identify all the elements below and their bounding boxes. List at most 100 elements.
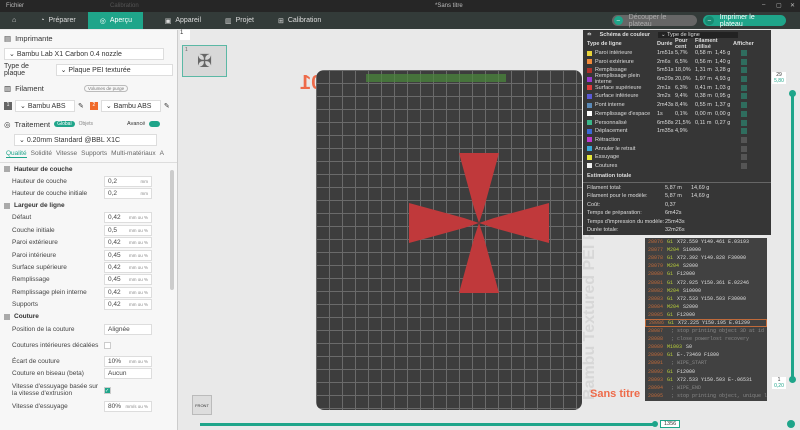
show-checkbox[interactable] <box>741 154 747 161</box>
show-checkbox[interactable] <box>741 58 747 65</box>
gcode-command: M204 <box>667 247 680 254</box>
setting-input[interactable]: 0,45 mm ou % <box>104 274 152 286</box>
move-slider-handle[interactable] <box>652 421 658 427</box>
tab-device[interactable]: ▣ Appareil <box>153 12 213 29</box>
setting-label: Paroi extérieure <box>12 239 58 247</box>
setting-value: Aucun <box>108 370 127 378</box>
show-checkbox[interactable] <box>741 162 747 169</box>
color-scheme-select[interactable]: ⌄ Type de ligne <box>658 32 739 38</box>
tab-preview[interactable]: ◎ Aperçu <box>87 12 143 29</box>
legend-row: Paroi intérieure 1m51s 5,7% 0,58 m 1,45 g <box>583 49 771 58</box>
tab-calibration[interactable]: ⊞ Calibration <box>266 12 333 29</box>
show-checkbox[interactable] <box>741 145 747 152</box>
print-plate-button[interactable]: – Imprimer le plateau <box>703 13 786 28</box>
global-toggle[interactable]: Global <box>54 121 75 127</box>
percent: 20,0% <box>675 76 691 83</box>
setting-input[interactable]: 0,42 mm ou % <box>104 262 152 274</box>
filament-slot[interactable]: 2 ⌄ Bambu ABS ✎ <box>89 100 170 112</box>
maximize-icon[interactable]: ▢ <box>776 2 782 9</box>
advanced-switch[interactable] <box>149 121 161 127</box>
setting-label: Écart de couture <box>12 357 60 365</box>
setting-row: Surface supérieure 0,42 mm ou % <box>0 261 177 274</box>
filament-select[interactable]: ⌄ Bambu ABS <box>100 100 161 112</box>
setting-unit: mm <box>140 178 149 184</box>
show-checkbox[interactable] <box>741 93 747 100</box>
setting-row: Supports 0,42 mm ou % <box>0 299 177 311</box>
show-checkbox[interactable] <box>741 136 747 143</box>
show-checkbox[interactable] <box>741 84 747 91</box>
tab-project[interactable]: ▥ Projet <box>213 12 266 29</box>
setting-input[interactable]: 0,2 mm <box>104 188 152 200</box>
layer-slider-top-handle[interactable] <box>789 90 796 97</box>
line-number: 28085 <box>648 311 664 318</box>
setting-input[interactable]: 0,5 mm ou % <box>104 224 152 236</box>
settings-scrollbar[interactable] <box>170 170 174 290</box>
show-checkbox[interactable] <box>741 50 747 57</box>
layer-slider-bottom-handle[interactable] <box>789 376 796 383</box>
plate-type-select[interactable]: ⌄ Plaque PEI texturée <box>55 64 173 76</box>
process-preset-select[interactable]: ⌄ 0.20mm Standard @BBL X1C <box>14 134 157 146</box>
show-checkbox[interactable] <box>741 76 747 83</box>
gcode-command: M1003 <box>667 344 683 351</box>
view-cube[interactable]: FRONT <box>192 395 212 415</box>
tab-prepare[interactable]: ◔ Préparer <box>28 12 87 29</box>
plate-thumbnail[interactable]: ✠ 1 <box>182 45 227 77</box>
move-slider-track[interactable] <box>200 423 655 426</box>
minimize-icon[interactable]: – <box>762 2 765 8</box>
duration: 6m29s <box>657 76 674 83</box>
edit-icon[interactable]: ✎ <box>164 102 170 110</box>
settings-tab[interactable]: Multi-matériaux <box>111 150 155 158</box>
gcode-line: 28083 G1 X72.533 Y150.503 F30000 <box>645 295 767 303</box>
show-checkbox[interactable] <box>741 110 747 117</box>
duration: 2m1s <box>657 84 671 91</box>
settings-tab[interactable]: A <box>160 150 164 158</box>
settings-tab[interactable]: Solidité <box>31 150 52 158</box>
setting-input[interactable]: 0,2 mm <box>104 175 152 187</box>
plate-list-toggle[interactable]: 1 <box>180 30 190 40</box>
show-checkbox[interactable] <box>741 119 747 126</box>
objects-toggle[interactable]: Objets <box>79 121 93 127</box>
setting-input[interactable]: Aucun <box>104 368 152 380</box>
close-icon[interactable]: ✕ <box>790 2 795 9</box>
printer-select[interactable]: ⌄ Bambu Lab X1 Carbon 0.4 nozzle <box>4 48 164 60</box>
show-checkbox[interactable] <box>741 67 747 74</box>
legend-row: Annuler le retrait <box>583 144 771 153</box>
gcode-viewer: 28076 G1 X72.559 Y149.461 E.03193 28077 M204… <box>645 238 767 401</box>
setting-input[interactable]: Alignée <box>104 323 152 335</box>
filament-select[interactable]: ⌄ Bambu ABS <box>15 100 75 112</box>
collapse-icon[interactable]: ≏ <box>587 32 592 38</box>
settings-tab[interactable]: Qualité <box>6 150 27 158</box>
filament-name: Bambu ABS <box>113 102 152 110</box>
gcode-args: X72.925 Y150.361 E.02246 <box>677 279 750 286</box>
layer-slider-track[interactable] <box>791 95 794 380</box>
setting-input[interactable]: 0,42 mm ou % <box>104 299 152 311</box>
calibration-menu[interactable]: Calibration <box>110 3 139 9</box>
setting-row: Coutures intérieures décalées <box>0 335 177 355</box>
settings-icon[interactable] <box>787 420 795 428</box>
setting-row: Couche initiale 0,5 mm ou % <box>0 224 177 236</box>
gcode-args: X72.559 Y149.461 E.03193 <box>677 239 750 246</box>
settings-tab[interactable]: Supports <box>81 150 107 158</box>
line-type: Essuyage <box>595 154 620 161</box>
show-checkbox[interactable] <box>741 128 747 135</box>
setting-input[interactable]: 80% mm/s ou % <box>104 400 152 412</box>
print-label: Imprimer le plateau <box>719 13 755 28</box>
setting-input[interactable]: 0,42 mm ou % <box>104 237 152 249</box>
home-icon[interactable]: ⌂ <box>0 12 28 29</box>
setting-input[interactable]: 0,42 mm ou % <box>104 286 152 298</box>
settings-tab[interactable]: Vitesse <box>56 150 77 158</box>
filament-slot[interactable]: 1 ⌄ Bambu ABS ✎ <box>4 100 84 112</box>
setting-checkbox[interactable]: ✓ <box>104 386 111 394</box>
setting-unit: mm ou % <box>128 302 148 308</box>
edit-icon[interactable]: ✎ <box>78 102 84 110</box>
filament-weight: 3,28 g <box>715 67 731 74</box>
group-title: Hauteur de couche <box>14 165 73 173</box>
setting-checkbox[interactable] <box>104 341 111 349</box>
slice-plate-button[interactable]: – Découper le plateau <box>612 14 697 28</box>
purge-volumes-button[interactable]: Volumes de purge <box>83 84 129 92</box>
setting-input[interactable]: 0,42 mm ou % <box>104 212 152 224</box>
file-menu[interactable]: Fichier <box>6 3 24 9</box>
setting-input[interactable]: 0,45 mm ou % <box>104 249 152 261</box>
show-checkbox[interactable] <box>741 102 747 109</box>
setting-input[interactable]: 10% mm ou % <box>104 355 152 367</box>
